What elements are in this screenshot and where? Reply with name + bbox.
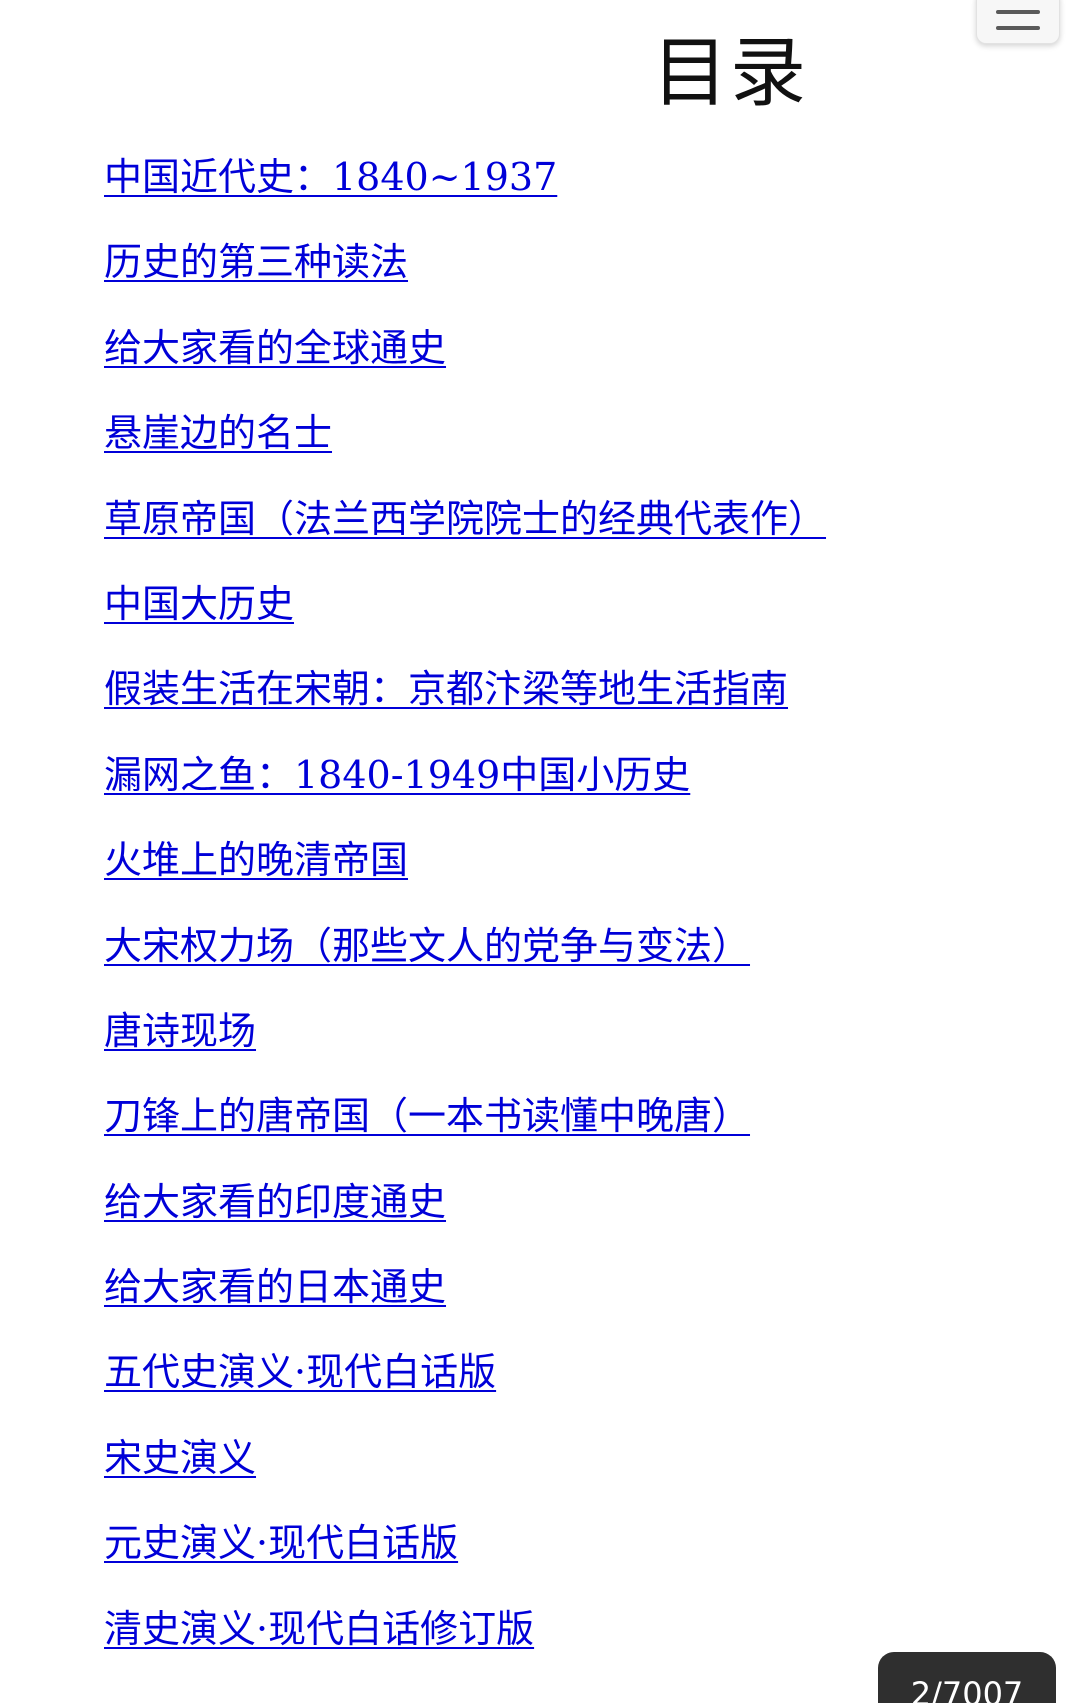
toc-item: 大宋权力场（那些文人的党争与变法） <box>104 919 826 1004</box>
toc-item: 给大家看的日本通史 <box>104 1260 826 1345</box>
page-counter: 2/7007 <box>878 1652 1056 1703</box>
toc-item: 唐诗现场 <box>104 1004 826 1089</box>
toc-item: 宋史演义 <box>104 1431 826 1516</box>
toc-link[interactable]: 大宋权力场（那些文人的党争与变法） <box>104 924 750 968</box>
toc-item: 中国大历史 <box>104 577 826 662</box>
toc-link[interactable]: 假装生活在宋朝：京都汴梁等地生活指南 <box>104 667 788 711</box>
menu-button[interactable] <box>976 0 1060 44</box>
toc-link[interactable]: 火堆上的晚清帝国 <box>104 838 408 882</box>
toc-item: 草原帝国（法兰西学院院士的经典代表作） <box>104 492 826 577</box>
toc-link[interactable]: 给大家看的全球通史 <box>104 326 446 370</box>
hamburger-menu-icon <box>996 10 1040 30</box>
toc-link[interactable]: 草原帝国（法兰西学院院士的经典代表作） <box>104 497 826 541</box>
toc-item: 刀锋上的唐帝国（一本书读懂中晚唐） <box>104 1089 826 1174</box>
toc-link[interactable]: 悬崖边的名士 <box>104 411 332 455</box>
toc-item: 火堆上的晚清帝国 <box>104 833 826 918</box>
toc-list: 中国近代史：1840~1937 历史的第三种读法 给大家看的全球通史 悬崖边的名… <box>104 150 826 1687</box>
toc-item: 假装生活在宋朝：京都汴梁等地生活指南 <box>104 662 826 747</box>
toc-link[interactable]: 中国近代史：1840~1937 <box>104 155 557 199</box>
toc-item: 中国近代史：1840~1937 <box>104 150 826 235</box>
toc-item: 五代史演义·现代白话版 <box>104 1345 826 1430</box>
toc-item: 给大家看的全球通史 <box>104 321 826 406</box>
toc-item: 元史演义·现代白话版 <box>104 1516 826 1601</box>
toc-link[interactable]: 历史的第三种读法 <box>104 240 408 284</box>
toc-link[interactable]: 给大家看的印度通史 <box>104 1180 446 1224</box>
toc-link[interactable]: 给大家看的日本通史 <box>104 1265 446 1309</box>
toc-item: 清史演义·现代白话修订版 <box>104 1602 826 1687</box>
toc-item: 给大家看的印度通史 <box>104 1175 826 1260</box>
toc-link[interactable]: 宋史演义 <box>104 1436 256 1480</box>
toc-link[interactable]: 中国大历史 <box>104 582 294 626</box>
toc-link[interactable]: 五代史演义·现代白话版 <box>104 1350 496 1394</box>
toc-item: 历史的第三种读法 <box>104 235 826 320</box>
toc-link[interactable]: 漏网之鱼：1840-1949中国小历史 <box>104 753 690 797</box>
toc-link[interactable]: 刀锋上的唐帝国（一本书读懂中晚唐） <box>104 1094 750 1138</box>
toc-link[interactable]: 清史演义·现代白话修订版 <box>104 1607 534 1651</box>
toc-link[interactable]: 元史演义·现代白话版 <box>104 1521 458 1565</box>
toc-item: 漏网之鱼：1840-1949中国小历史 <box>104 748 826 833</box>
toc-link[interactable]: 唐诗现场 <box>104 1009 256 1053</box>
page-title: 目录 <box>652 28 808 117</box>
toc-item: 悬崖边的名士 <box>104 406 826 491</box>
